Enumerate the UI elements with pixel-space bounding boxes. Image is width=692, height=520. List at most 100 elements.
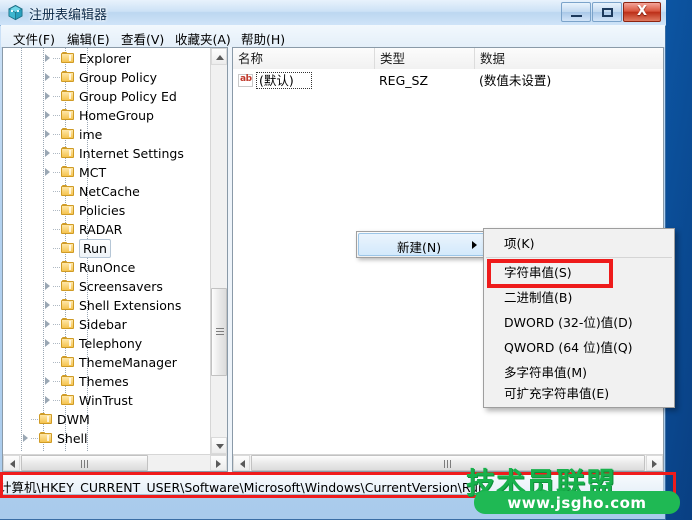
submenu-item-expandable-string[interactable]: 可扩充字符串值(E) xyxy=(485,381,675,406)
tree-connector xyxy=(53,324,60,325)
column-header-data[interactable]: 数据 xyxy=(475,48,665,69)
tree-item-label: WinTrust xyxy=(79,393,133,408)
context-menu[interactable]: 新建(N) xyxy=(356,231,488,258)
chevron-right-icon[interactable] xyxy=(45,339,50,347)
close-icon: X xyxy=(636,4,648,19)
tree-item-label: HomeGroup xyxy=(79,108,154,123)
chevron-right-icon xyxy=(472,241,477,249)
tree-item-sidebar[interactable]: Sidebar xyxy=(3,315,210,334)
tree-item-label: RunOnce xyxy=(79,260,136,275)
tree-item-explorer[interactable]: Explorer xyxy=(3,49,210,68)
minimize-button[interactable] xyxy=(561,2,591,22)
tree-item-label: DWM xyxy=(57,412,90,427)
tree-item-label: Group Policy xyxy=(79,70,157,85)
context-menu-item-new[interactable]: 新建(N) xyxy=(358,233,486,256)
cell-data: (数值未设置) xyxy=(479,73,552,88)
submenu-item-key[interactable]: 项(K) xyxy=(485,231,675,256)
column-header-name[interactable]: 名称 xyxy=(233,48,375,69)
close-button[interactable]: X xyxy=(623,2,661,22)
tree-connector xyxy=(53,381,60,382)
folder-icon xyxy=(61,394,75,406)
chevron-right-icon[interactable] xyxy=(45,396,50,404)
tree-item-telephony[interactable]: Telephony xyxy=(3,334,210,353)
tree-item-screensavers[interactable]: Screensavers xyxy=(3,277,210,296)
menu-favorites[interactable]: 收藏夹(A) xyxy=(171,28,235,49)
menu-file[interactable]: 文件(F) xyxy=(9,28,59,49)
tree-item-thememanager[interactable]: ThemeManager xyxy=(3,353,210,372)
tree-item-group-policy[interactable]: Group Policy xyxy=(3,68,210,87)
chevron-right-icon[interactable] xyxy=(45,92,50,100)
submenu-item-binary-value[interactable]: 二进制值(B) xyxy=(485,285,675,310)
tree-item-label: Screensavers xyxy=(79,279,163,294)
folder-icon xyxy=(61,71,75,83)
scroll-up-arrow[interactable] xyxy=(211,48,227,65)
chevron-right-icon[interactable] xyxy=(45,282,50,290)
submenu-item-qword-value[interactable]: QWORD (64 位)值(Q) xyxy=(485,335,675,360)
scroll-left-arrow[interactable] xyxy=(233,455,250,471)
tree-item-homegroup[interactable]: HomeGroup xyxy=(3,106,210,125)
tree-item-radar[interactable]: RADAR xyxy=(3,220,210,239)
chevron-right-icon[interactable] xyxy=(45,168,50,176)
maximize-button[interactable] xyxy=(592,2,622,22)
column-header-type[interactable]: 类型 xyxy=(375,48,475,69)
folder-icon xyxy=(61,375,75,387)
chevron-right-icon[interactable] xyxy=(45,301,50,309)
tree-item-netcache[interactable]: NetCache xyxy=(3,182,210,201)
tree-item-runonce[interactable]: RunOnce xyxy=(3,258,210,277)
folder-icon xyxy=(61,318,75,330)
menu-view[interactable]: 查看(V) xyxy=(117,28,168,49)
cell-name: (默认) xyxy=(259,73,294,88)
chevron-right-icon[interactable] xyxy=(45,130,50,138)
maximize-icon xyxy=(602,8,613,17)
scroll-right-arrow[interactable] xyxy=(646,455,663,471)
submenu-item-dword-value[interactable]: DWORD (32-位)值(D) xyxy=(485,310,675,335)
folder-icon xyxy=(39,413,53,425)
tree-item-ime[interactable]: ime xyxy=(3,125,210,144)
cell-type: REG_SZ xyxy=(379,73,429,88)
table-row[interactable]: ab (默认) REG_SZ (数值未设置) xyxy=(233,71,663,90)
chevron-right-icon[interactable] xyxy=(45,377,50,385)
tree-item-shell-extensions[interactable]: Shell Extensions xyxy=(3,296,210,315)
tree-item-internet-settings[interactable]: Internet Settings xyxy=(3,144,210,163)
tree-item-run[interactable]: Run xyxy=(3,239,210,258)
menu-help[interactable]: 帮助(H) xyxy=(237,28,289,49)
window-title: 注册表编辑器 xyxy=(29,8,108,23)
folder-icon xyxy=(61,185,75,197)
chevron-right-icon[interactable] xyxy=(45,54,50,62)
folder-icon xyxy=(61,166,75,178)
folder-icon xyxy=(61,242,75,254)
scroll-right-arrow[interactable] xyxy=(210,455,227,471)
menu-edit[interactable]: 编辑(E) xyxy=(63,28,114,49)
tree-item-themes[interactable]: Themes xyxy=(3,372,210,391)
string-value-highlight-box xyxy=(487,259,613,288)
chevron-right-icon[interactable] xyxy=(45,320,50,328)
tree-connector xyxy=(53,229,60,230)
tree-connector xyxy=(53,191,60,192)
tree-horizontal-scrollbar[interactable] xyxy=(3,454,227,471)
scroll-down-arrow[interactable] xyxy=(211,437,227,454)
tree-connector xyxy=(31,438,38,439)
tree-connector xyxy=(53,153,60,154)
tree-item-mct[interactable]: MCT xyxy=(3,163,210,182)
tree-item-shell[interactable]: Shell xyxy=(3,429,210,448)
chevron-right-icon[interactable] xyxy=(45,149,50,157)
chevron-right-icon[interactable] xyxy=(45,111,50,119)
tree-item-label: ime xyxy=(79,127,103,142)
tree-vertical-scrollbar[interactable] xyxy=(210,48,227,454)
tree-connector xyxy=(53,134,60,135)
scroll-thumb[interactable] xyxy=(211,288,227,376)
tree-item-group-policy-ed[interactable]: Group Policy Ed xyxy=(3,87,210,106)
scroll-left-arrow[interactable] xyxy=(3,455,20,471)
new-submenu[interactable]: 项(K) 字符串值(S) 二进制值(B) DWORD (32-位)值(D) QW… xyxy=(483,228,675,408)
registry-tree[interactable]: Explorer Group Policy Group Policy Ed HomeG… xyxy=(3,48,210,452)
tree-connector xyxy=(53,267,60,268)
tree-item-dwm[interactable]: DWM xyxy=(3,410,210,429)
tree-item-wintrust[interactable]: WinTrust xyxy=(3,391,210,410)
folder-icon xyxy=(61,52,75,64)
scroll-thumb[interactable] xyxy=(21,455,148,471)
chevron-right-icon[interactable] xyxy=(23,434,28,442)
title-bar: 注册表编辑器 X xyxy=(0,0,666,26)
chevron-right-icon[interactable] xyxy=(45,73,50,81)
tree-item-policies[interactable]: Policies xyxy=(3,201,210,220)
watermark-url-badge: www.jsgho.com xyxy=(474,491,680,514)
